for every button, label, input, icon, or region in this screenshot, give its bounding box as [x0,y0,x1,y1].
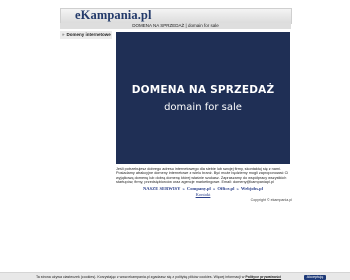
domain-for-sale-banner: DOMENA NA SPRZEDAŻ domain for sale [116,32,290,164]
privacy-policy-link[interactable]: Polityce prywatności [245,275,281,279]
footer-link-company[interactable]: Company.pl [187,186,211,191]
separator-icon: » [182,186,185,191]
header-bar: eKampania.pl [60,8,292,24]
footer-link-services[interactable]: NASZE SERWISY [143,186,180,191]
cookie-message: Ta strona używa ciasteczek (cookies). Ko… [36,275,245,279]
breadcrumb: DOMENA NA SPRZEDAŻ | domain for sale [60,23,291,29]
footer-link-webjobs[interactable]: Webjobs.pl [241,186,263,191]
site-logo[interactable]: eKampania.pl [75,8,152,23]
cookie-text: Ta strona używa ciasteczek (cookies). Ko… [36,273,281,280]
description-text: Jeśli potrzebujesz dobrego adresu intern… [116,167,289,184]
banner-subtitle: domain for sale [164,102,242,113]
sidebar-item-domains[interactable]: » Domeny internetowe [62,31,111,39]
separator-icon: » [212,186,216,191]
cookie-consent-bar: Ta strona używa ciasteczek (cookies). Ko… [0,272,350,280]
page: eKampania.pl DOMENA NA SPRZEDAŻ | domain… [0,0,350,280]
sidebar: » Domeny internetowe [60,31,112,39]
footer-links: NASZE SERWISY » Company.pl » Office.pl »… [116,186,290,191]
contact-link[interactable]: Kontakt [116,192,290,197]
copyright-text: Copyright © ekampania.pl [250,198,292,202]
arrow-right-icon: » [62,32,65,37]
separator-icon: » [236,186,239,191]
cookie-accept-button[interactable]: Akceptuję [304,274,326,280]
banner-title: DOMENA NA SPRZEDAŻ [131,84,275,96]
footer-link-office[interactable]: Office.pl [217,186,234,191]
sidebar-item-label: Domeny internetowe [66,32,111,37]
